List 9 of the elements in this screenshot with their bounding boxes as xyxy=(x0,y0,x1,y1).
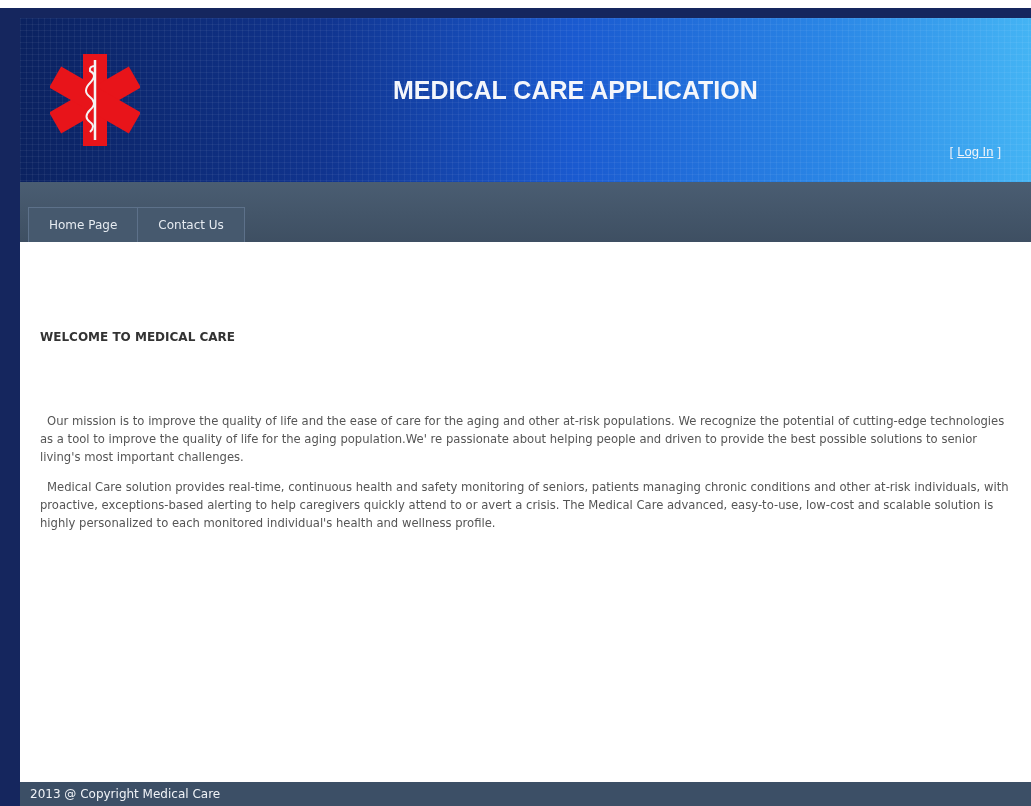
star-of-life-icon xyxy=(50,52,140,148)
copyright-text: 2013 @ Copyright Medical Care xyxy=(30,787,221,801)
paragraph: Our mission is to improve the quality of life and the ease of care for the aging and other at-risk populations. We recognize the potential of cutting-edge technologies as a tool to improve the quality of life for the aging population.We' re passionate about helping people and driven to provide the best possible solutions to senior living's most important challenges. xyxy=(40,413,1006,466)
page-heading: WELCOME TO MEDICAL CARE xyxy=(40,330,236,344)
nav-tab[interactable]: Contact Us xyxy=(138,208,244,242)
bracket-text: [ xyxy=(949,144,954,159)
app-title: MEDICAL CARE APPLICATION xyxy=(393,75,758,105)
bracket-text: ] xyxy=(997,144,1001,159)
paragraph: Medical Care solution provides real-time, continuous health and safety monitoring of seniors, patients managing chronic conditions and other at-risk individuals, with proactive, exceptions-based alerting to help caregivers quickly attend to or avert a crisis. The Medical Care advanced, easy-to-use, low-cost and scalable solution is highly personalized to each monitored individual's health and wellness profile. xyxy=(40,479,1010,532)
